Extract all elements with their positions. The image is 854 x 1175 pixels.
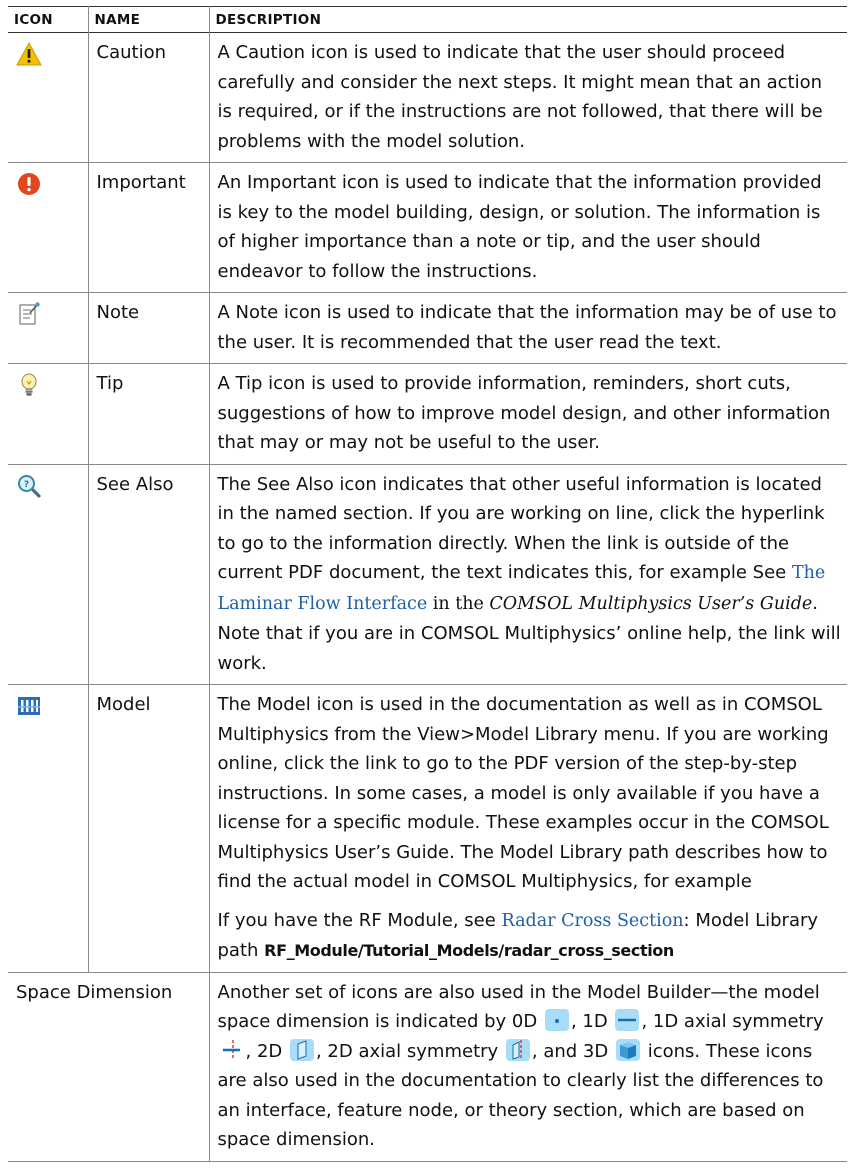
icon-conventions-page: ICON NAME DESCRIPTION Caution A Caution … (8, 6, 847, 1162)
model-library-icon (18, 697, 40, 715)
users-guide-title: COMSOL Multiphysics User’s Guide (489, 593, 813, 614)
row-description: A Note icon is used to indicate that the… (208, 292, 847, 364)
table-row: Tip A Tip icon is used to provide inform… (8, 363, 847, 464)
row-name: Tip (87, 363, 209, 464)
note-page-icon (19, 302, 40, 325)
row-description: An Important icon is used to indicate th… (208, 162, 847, 293)
row-name: Caution (87, 32, 209, 163)
important-exclamation-icon (18, 173, 40, 195)
table-header-row: ICON NAME DESCRIPTION (8, 6, 847, 33)
model-description-para: The Model icon is used in the documentat… (217, 694, 829, 892)
caution-triangle-icon (16, 41, 42, 66)
svg-text:?: ? (24, 480, 29, 490)
see-also-magnifier-icon: ? (18, 474, 41, 498)
row-name: Note (87, 292, 209, 364)
row-description: A Tip icon is used to provide informatio… (208, 363, 847, 464)
model-library-path: RF_Module/Tutorial_Models/radar_cross_se… (264, 941, 674, 960)
row-name: Important (87, 162, 209, 293)
table-row: Important An Important icon is used to i… (8, 162, 847, 293)
header-icon: ICON (14, 12, 53, 28)
0d-icon (544, 1009, 569, 1031)
header-name: NAME (87, 6, 209, 33)
row-description: A Caution icon is used to indicate that … (208, 32, 847, 163)
model-rf-module-para: If you have the RF Module, see Radar Cro… (217, 909, 819, 962)
1d-axial-symmetry-icon (219, 1038, 244, 1061)
table-row: Caution A Caution icon is used to indica… (8, 32, 847, 163)
3d-icon (615, 1038, 640, 1061)
row-name: Model (87, 684, 209, 972)
tip-lightbulb-icon (21, 373, 37, 396)
row-name: Space Dimension (16, 981, 173, 1003)
row-description: Another set of icons are also used in th… (208, 972, 847, 1161)
2d-axial-symmetry-icon (505, 1038, 530, 1061)
1d-icon (615, 1009, 640, 1031)
row-name: See Also (87, 464, 209, 685)
table-row: Note A Note icon is used to indicate tha… (8, 292, 847, 364)
icon-conventions-table: ICON NAME DESCRIPTION Caution A Caution … (8, 6, 847, 1162)
table-row: ? See Also The See Also icon indicates t… (8, 464, 847, 685)
table-row: Model The Model icon is used in the docu… (8, 684, 847, 972)
2d-icon (289, 1038, 314, 1061)
radar-cross-section-link[interactable]: Radar Cross Section (502, 911, 684, 931)
header-description: DESCRIPTION (208, 6, 847, 33)
row-description: The Model icon is used in the documentat… (208, 684, 847, 972)
row-description: The See Also icon indicates that other u… (208, 464, 847, 685)
table-row: Space Dimension Another set of icons are… (8, 972, 847, 1161)
